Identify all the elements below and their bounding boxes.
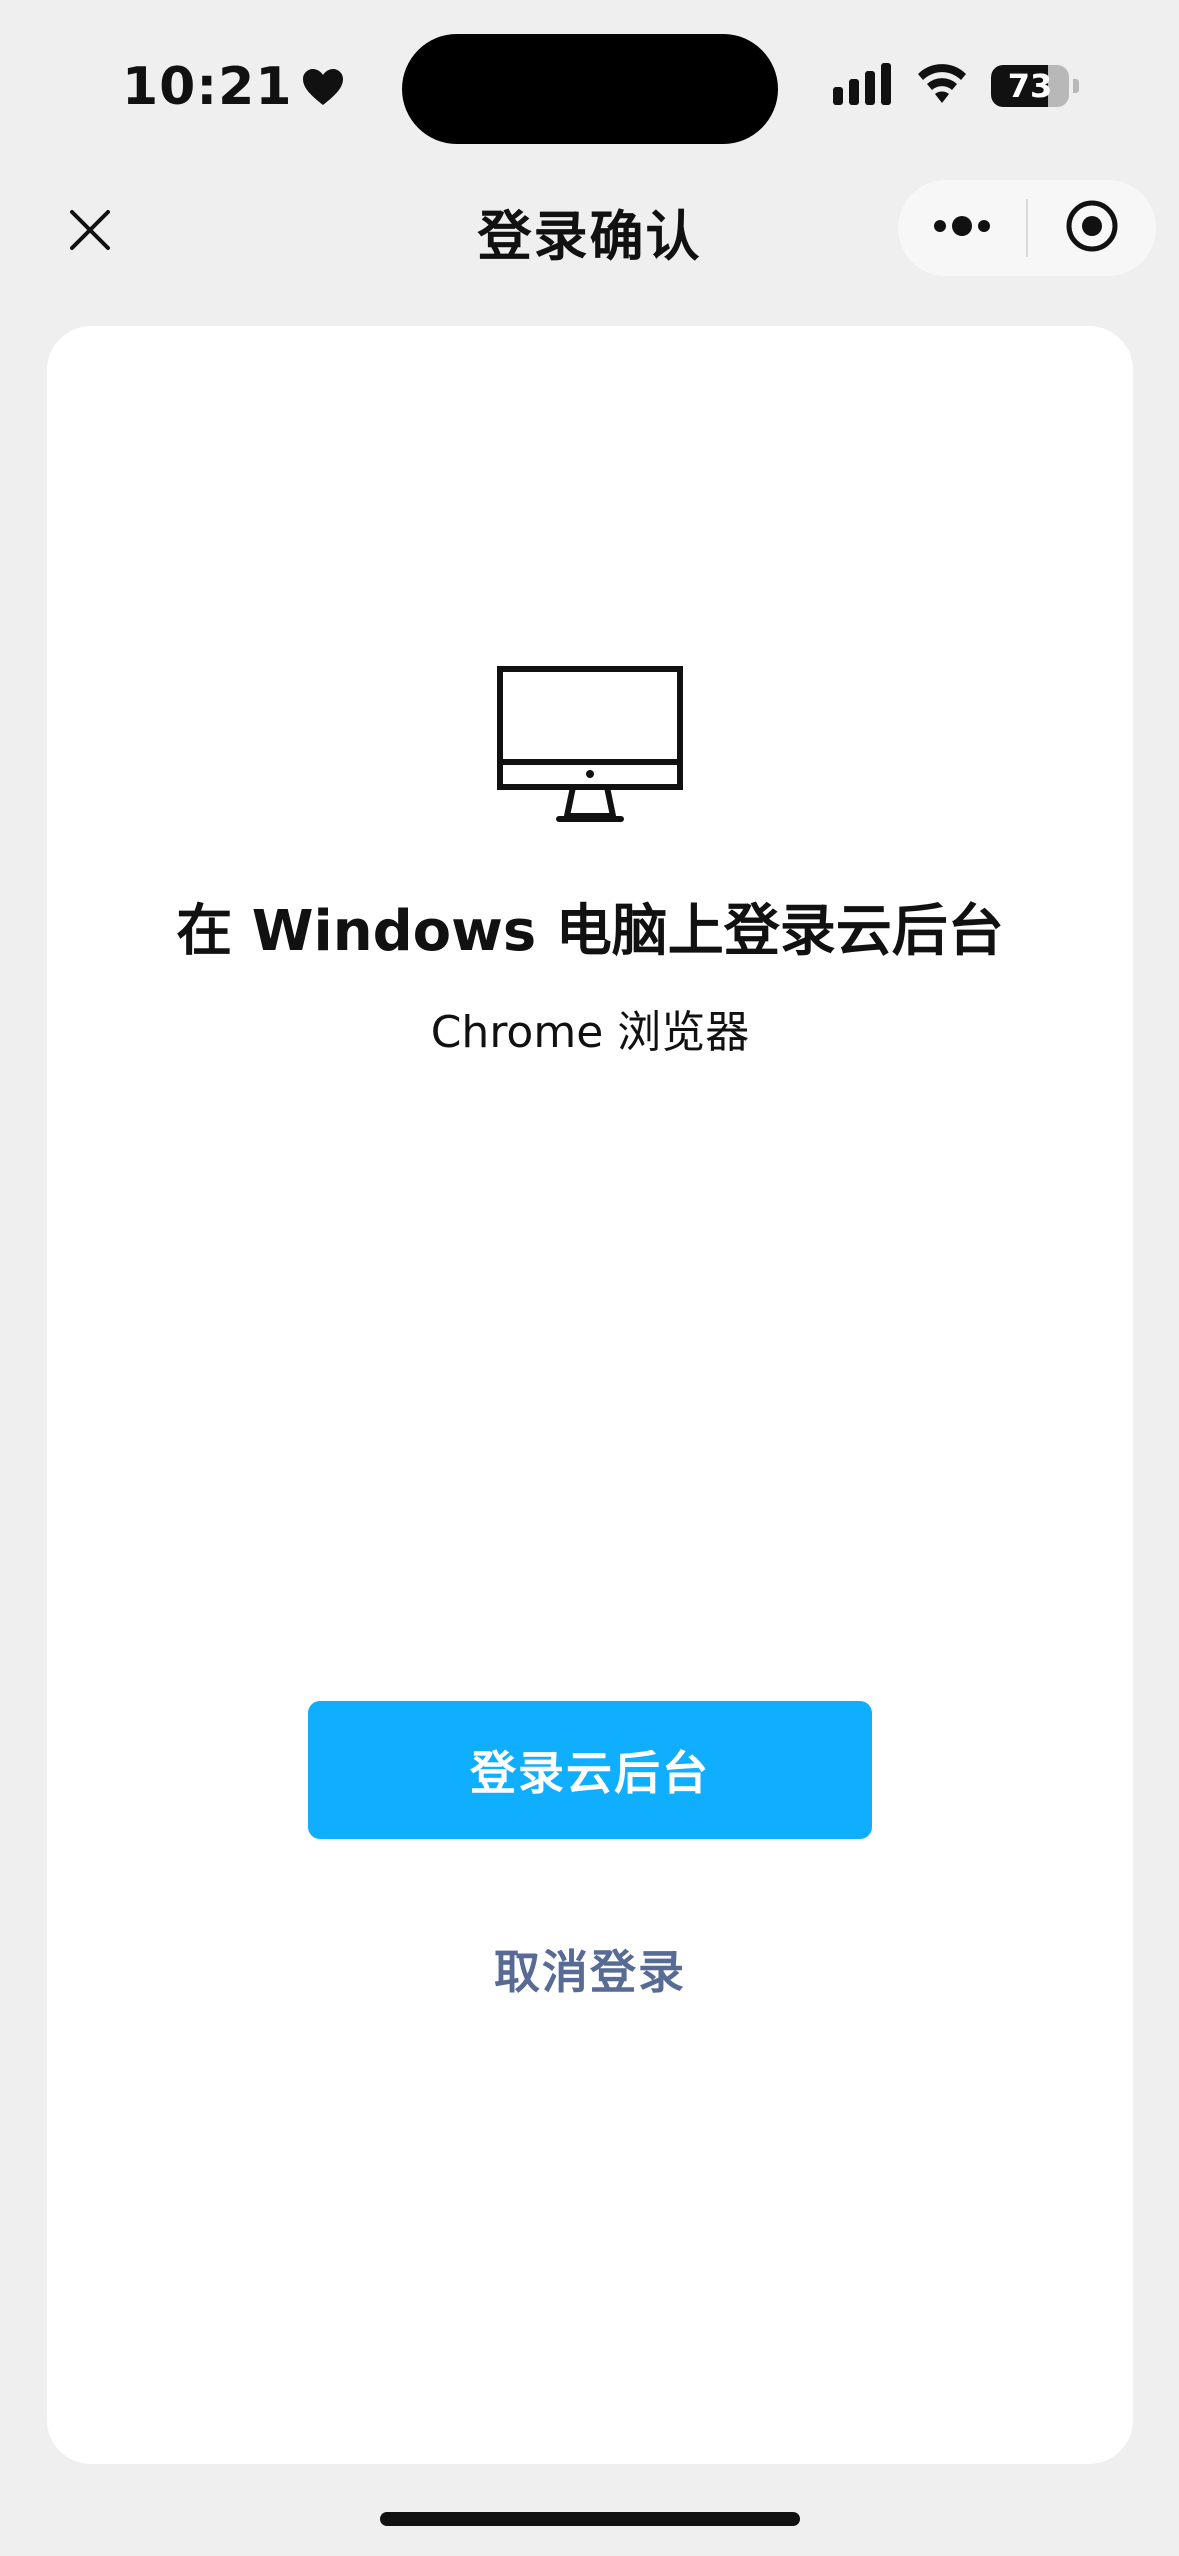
status-time: 10:21 [122,57,293,117]
nav-bar: 登录确认 [0,170,1179,290]
cellular-signal-icon [833,63,893,109]
more-dots-icon [932,214,992,242]
browser-name: Chrome 浏览器 [430,1007,750,1058]
exit-mini-program-button[interactable] [1028,180,1156,276]
desktop-monitor-icon [497,666,683,826]
cancel-login-link[interactable]: 取消登录 [47,1936,1133,2002]
home-indicator [380,2512,800,2526]
device-title: 在 Windows 电脑上登录云后台 [176,899,1004,964]
login-confirm-card: 在 Windows 电脑上登录云后台 Chrome 浏览器 登录云后台 取消登录 [47,326,1133,2464]
status-indicators: 73 [833,58,1079,114]
heart-icon [301,67,345,107]
mini-program-capsule [898,180,1156,276]
status-time-group: 10:21 [122,52,345,122]
wifi-icon [915,63,969,109]
target-circle-icon [1065,199,1119,257]
battery-indicator: 73 [991,65,1069,107]
dynamic-island [402,34,778,144]
status-bar: 10:21 73 [0,0,1179,170]
battery-level: 73 [1007,67,1053,105]
more-button[interactable] [898,180,1026,276]
confirm-login-button[interactable]: 登录云后台 [308,1701,872,1839]
battery-cap [1073,79,1079,93]
